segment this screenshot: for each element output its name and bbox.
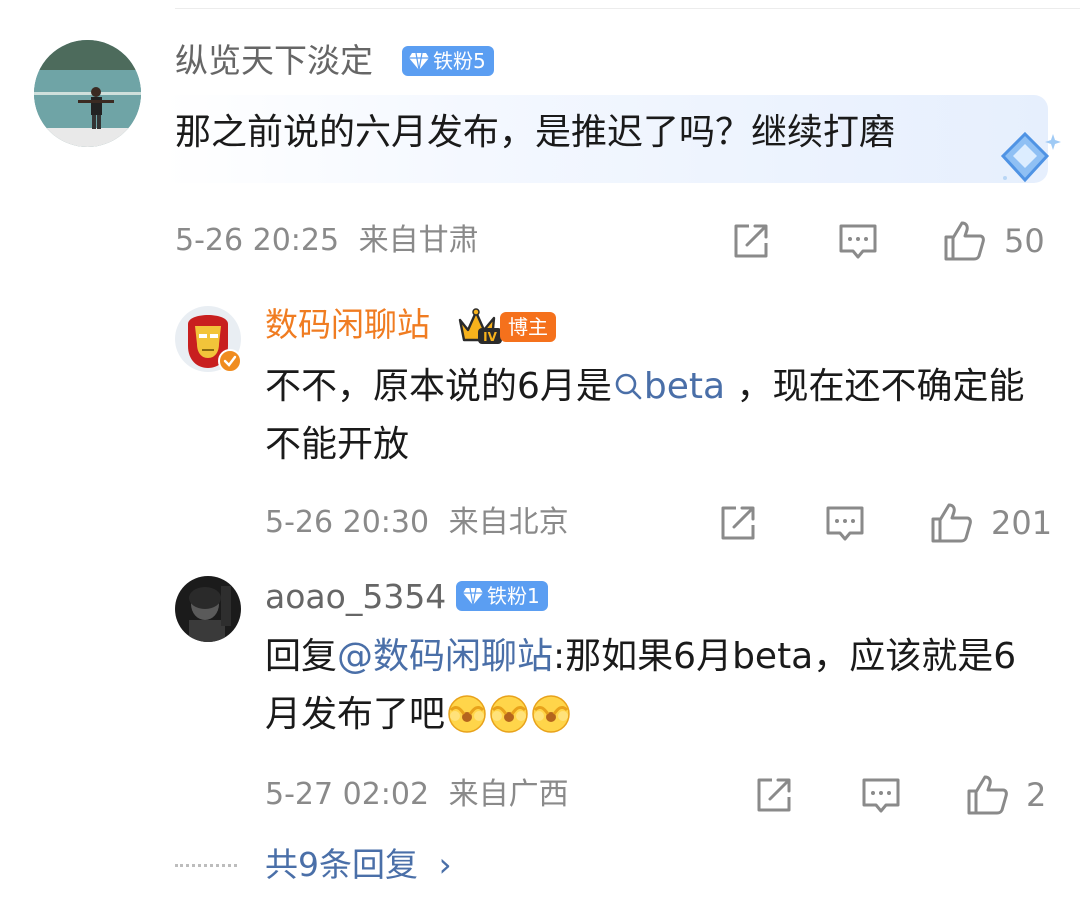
reply-text-before: 不不，原本说的6月是 [265,366,612,407]
search-link-label: beta [643,366,726,407]
chevron-right-icon: › [438,845,452,884]
diamond-icon [463,587,483,606]
fan-badge[interactable]: 铁粉1 [456,581,548,611]
blogger-badge[interactable]: IV 博主 [456,306,562,346]
comment-icon[interactable] [837,221,879,263]
search-icon [615,373,642,400]
divider [175,8,1080,9]
diamond-icon [1000,131,1061,183]
more-replies-link[interactable]: 共9条回复 › [265,843,452,887]
reply-location: 来自北京 [448,505,569,540]
verified-icon [218,349,242,373]
avatar-photo [34,40,141,147]
comment-username[interactable]: 纵览天下淡定 [175,41,373,81]
avatar-photo [175,576,241,642]
like-count: 2 [1026,776,1047,814]
fan-badge-label: 铁粉5 [433,49,486,73]
diamond-icon [409,52,429,71]
like-icon[interactable] [929,501,973,545]
comment-meta: 5-26 20:25 来自甘肃 [175,221,479,261]
reply-time: 5-26 20:30 [265,505,430,540]
more-replies-label: 共9条回复 [265,845,418,884]
reply-username[interactable]: aoao_5354 [265,577,446,617]
more-replies-dots [175,864,237,867]
avatar[interactable] [34,40,141,147]
comment-location: 来自甘肃 [358,223,479,258]
reply-username[interactable]: 数码闲聊站 [265,305,430,345]
like-count: 50 [1004,222,1045,260]
fan-badge-label: 铁粉1 [487,584,540,608]
blogger-badge-label: 博主 [500,312,556,342]
share-icon[interactable] [754,775,794,815]
avatar[interactable] [175,576,241,642]
like-icon[interactable] [942,219,986,263]
reply-prefix: 回复 [265,636,338,677]
comment-icon[interactable] [824,503,866,545]
reply-location: 来自广西 [448,777,569,812]
share-icon[interactable] [718,503,758,543]
emoji-icon [448,695,486,733]
comment-time: 5-26 20:25 [175,223,340,258]
reply-text: 不不，原本说的6月是 beta ，现在还不确定能不能开放 [265,358,1035,474]
like-count: 201 [991,504,1053,542]
search-link[interactable]: beta [612,366,725,407]
reply-time: 5-27 02:02 [265,777,430,812]
reply-meta: 5-27 02:02 来自广西 [265,775,569,815]
comment-text: 那之前说的六月发布，是推迟了吗？继续打磨 [175,112,896,153]
like-icon[interactable] [965,773,1009,817]
reply-meta: 5-26 20:30 来自北京 [265,503,569,543]
emoji-icon [490,695,528,733]
comment-icon[interactable] [860,775,902,817]
crown-icon: IV [458,308,502,344]
share-icon[interactable] [731,221,771,261]
fan-badge[interactable]: 铁粉5 [402,46,494,76]
reply-text: 回复@数码闲聊站:那如果6月beta，应该就是6月发布了吧 [265,628,1025,744]
level-label: IV [483,330,497,344]
mention-link[interactable]: @数码闲聊站 [337,636,553,677]
emoji-icon [532,695,570,733]
